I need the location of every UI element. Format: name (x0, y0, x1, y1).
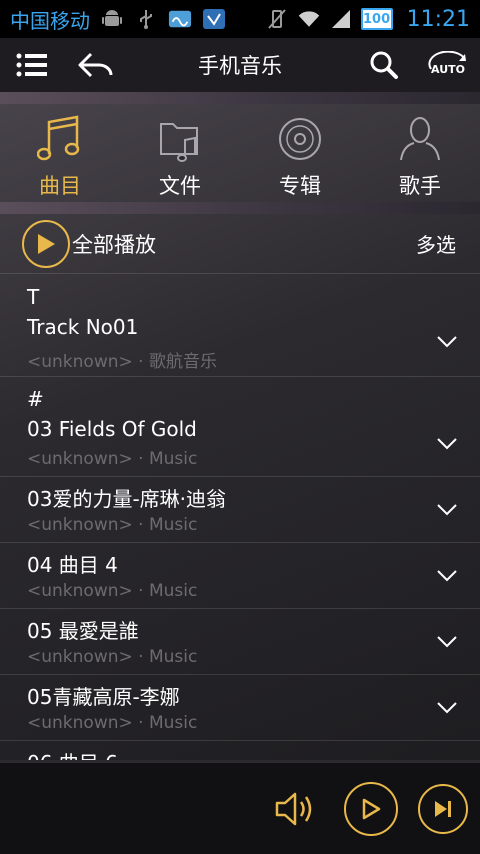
status-bar: 中国移动 100 11:21 (0, 0, 480, 38)
app-notification-icon (168, 7, 192, 31)
vibrate-off-icon (265, 7, 289, 31)
track-list: T Track No01 <unknown> · 歌航音乐 # 03 Field… (0, 275, 480, 760)
track-subtitle: <unknown> · Music (27, 581, 198, 601)
chevron-down-icon (437, 636, 457, 648)
tab-tracks-label: 曲目 (39, 174, 81, 198)
tab-files[interactable]: 文件 (120, 104, 240, 202)
clock: 11:21 (406, 6, 470, 32)
chevron-down-icon (437, 438, 457, 450)
expand-chevron-button[interactable] (432, 695, 462, 721)
track-row[interactable]: Track No01 <unknown> · 歌航音乐 (0, 309, 480, 377)
divider-strip-bottom (0, 202, 480, 214)
music-note-icon (35, 114, 85, 164)
tab-albums[interactable]: 专辑 (240, 104, 360, 202)
next-track-button[interactable] (418, 783, 468, 834)
expand-chevron-button[interactable] (432, 431, 462, 457)
search-button[interactable] (352, 38, 416, 92)
volume-button[interactable] (270, 782, 324, 836)
track-row[interactable]: 04 曲目 4 <unknown> · Music (0, 543, 480, 609)
track-row[interactable]: 05青藏高原-李娜 <unknown> · Music (0, 675, 480, 741)
track-title: 05青藏高原-李娜 (27, 685, 180, 709)
track-title: 04 曲目 4 (27, 553, 118, 577)
play-icon (38, 233, 55, 254)
track-subtitle: <unknown> · 歌航音乐 (27, 352, 217, 372)
tab-files-label: 文件 (159, 174, 201, 198)
expand-chevron-button[interactable] (432, 563, 462, 589)
chevron-down-icon (437, 504, 457, 516)
section-header: # (27, 387, 44, 411)
expand-chevron-button[interactable] (432, 329, 462, 355)
play-all-button[interactable] (22, 219, 70, 268)
track-row[interactable]: 03爱的力量-席琳·迪翁 <unknown> · Music (0, 477, 480, 543)
top-toolbar: 手机音乐 AUTO (0, 38, 480, 92)
mini-player (0, 760, 480, 854)
track-row[interactable]: 05 最愛是誰 <unknown> · Music (0, 609, 480, 675)
folder-music-icon (155, 114, 205, 164)
category-tabs: 曲目 文件 专辑 歌手 (0, 104, 480, 202)
chevron-down-icon (437, 570, 457, 582)
wifi-icon (297, 7, 321, 31)
track-title: 03 Fields Of Gold (27, 417, 197, 441)
menu-button[interactable] (0, 38, 64, 92)
signal-icon (329, 7, 353, 31)
track-row[interactable]: 03 Fields Of Gold <unknown> · Music (0, 411, 480, 477)
track-subtitle: <unknown> · Music (27, 449, 198, 469)
battery-indicator: 100 (360, 8, 393, 30)
skip-next-icon (435, 800, 451, 817)
track-row[interactable]: 06 曲目 6 (0, 741, 480, 760)
back-button[interactable] (64, 38, 128, 92)
tab-tracks[interactable]: 曲目 (0, 104, 120, 202)
divider-strip-top (0, 92, 480, 104)
search-icon (370, 51, 398, 79)
track-subtitle: <unknown> · Music (27, 713, 198, 733)
tab-albums-label: 专辑 (279, 174, 321, 198)
tab-artists[interactable]: 歌手 (360, 104, 480, 202)
track-title: 06 曲目 6 (27, 747, 118, 760)
android-icon (100, 7, 124, 31)
track-title: Track No01 (27, 315, 139, 339)
auto-mode-button[interactable]: AUTO (416, 38, 480, 92)
auto-rotate-icon: AUTO (428, 51, 466, 76)
music-app: 手机音乐 AUTO 曲目 文件 专辑 歌手 全部播放 多选 T Track No… (0, 38, 480, 854)
track-title: 03爱的力量-席琳·迪翁 (27, 487, 227, 511)
chevron-down-icon (437, 336, 457, 348)
section-header: T (27, 285, 40, 309)
chevron-down-icon (437, 702, 457, 714)
shield-app-icon (202, 7, 226, 31)
carrier-name: 中国移动 (10, 8, 90, 33)
play-all-row: 全部播放 多选 (0, 214, 480, 274)
artist-icon (395, 114, 445, 164)
album-disc-icon (275, 114, 325, 164)
expand-chevron-button[interactable] (432, 629, 462, 655)
menu-icon (16, 53, 47, 77)
multi-select-button[interactable]: 多选 (416, 229, 456, 258)
expand-chevron-button[interactable] (432, 497, 462, 523)
track-subtitle: <unknown> · Music (27, 647, 198, 667)
track-subtitle: <unknown> · Music (27, 515, 198, 535)
speaker-icon (275, 792, 312, 825)
track-title: 05 最愛是誰 (27, 619, 139, 643)
tab-artists-label: 歌手 (399, 174, 441, 198)
usb-icon (134, 7, 158, 31)
auto-label: AUTO (431, 63, 465, 76)
play-button[interactable] (344, 781, 398, 836)
play-icon (362, 798, 381, 819)
play-all-label[interactable]: 全部播放 (72, 229, 156, 259)
back-arrow-icon (78, 52, 113, 78)
